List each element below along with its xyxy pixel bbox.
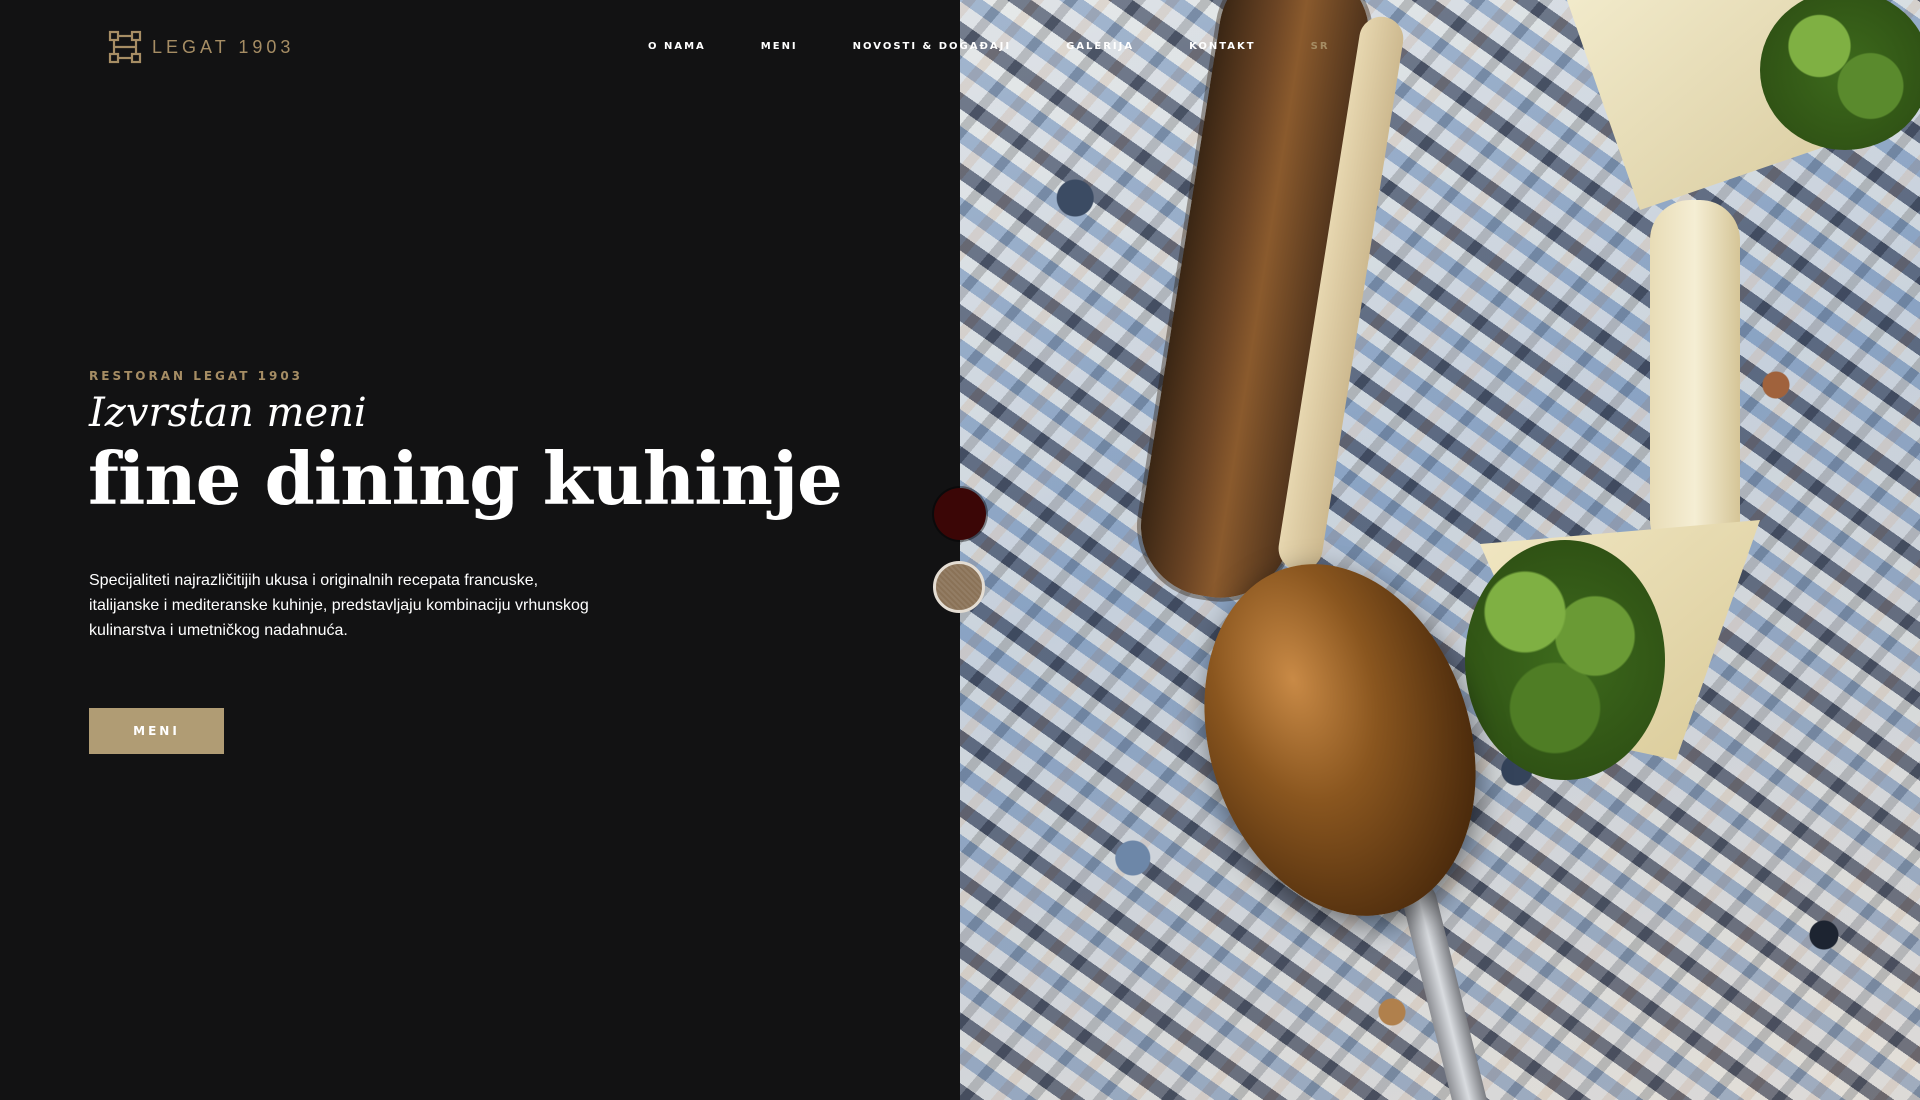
- nav-item-o-nama[interactable]: O NAMA: [648, 41, 706, 52]
- hero-eyebrow: RESTORAN LEGAT 1903: [89, 369, 304, 383]
- spoon-handle: [1399, 879, 1495, 1100]
- site-header: LEGAT 1903 O NAMA MENI NOVOSTI & DOGAĐAJ…: [0, 0, 1920, 96]
- main-nav: O NAMA MENI NOVOSTI & DOGAĐAJI GALERIJA …: [648, 41, 1330, 52]
- menu-button[interactable]: MENI: [89, 708, 224, 754]
- language-switcher[interactable]: SR: [1311, 41, 1330, 52]
- nav-item-novosti[interactable]: NOVOSTI & DOGAĐAJI: [853, 41, 1011, 52]
- broccoli-bottom: [1465, 540, 1665, 780]
- nav-item-kontakt[interactable]: KONTAKT: [1189, 41, 1256, 52]
- logo-link[interactable]: LEGAT 1903: [108, 30, 294, 64]
- left-panel: [0, 0, 960, 1100]
- hero-subtitle: Izvrstan meni: [89, 390, 367, 436]
- nav-item-galerija[interactable]: GALERIJA: [1066, 41, 1134, 52]
- theme-dot-gold[interactable]: [933, 561, 985, 613]
- hero-title: fine dining kuhinje: [88, 436, 843, 521]
- pasta-stem: [1650, 200, 1740, 560]
- logo-text: LEGAT 1903: [152, 36, 295, 57]
- theme-dot-dark-red[interactable]: [934, 488, 986, 540]
- logo-icon: [108, 30, 142, 64]
- nav-item-meni[interactable]: MENI: [761, 41, 798, 52]
- page: LEGAT 1903 O NAMA MENI NOVOSTI & DOGAĐAJ…: [0, 0, 1920, 1100]
- hero-description: Specijaliteti najrazličitijih ukusa i or…: [89, 572, 589, 639]
- hero-food-image: [960, 0, 1920, 1100]
